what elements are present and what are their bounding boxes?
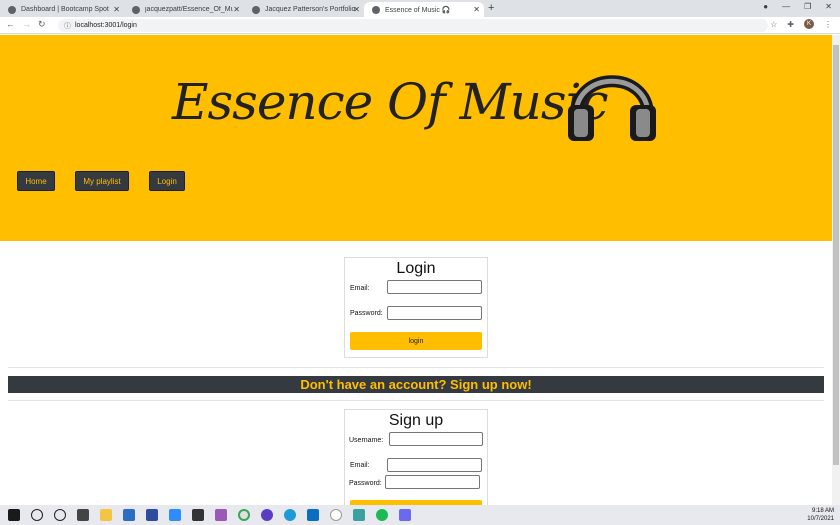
clock-date: 10/7/2021 xyxy=(807,516,834,522)
app-icon[interactable] xyxy=(146,509,158,521)
browser-tab-strip: Dashboard | Bootcamp Spot ✕ jacquezpatt/… xyxy=(0,0,840,17)
app-icon[interactable] xyxy=(261,509,273,521)
cortana-icon[interactable] xyxy=(54,509,66,521)
url-field[interactable]: ⓘ localhost:3001/login xyxy=(58,19,768,32)
signup-email-input[interactable] xyxy=(387,458,482,472)
tab-title: jacquezpatt/Essence_Of_Music: E xyxy=(145,6,233,13)
system-clock[interactable]: 9:18 AM 10/7/2021 xyxy=(807,507,834,523)
login-heading: Login xyxy=(396,260,436,277)
edge-icon[interactable] xyxy=(284,509,296,521)
bookmark-star-icon[interactable]: ☆ xyxy=(770,20,777,29)
menu-kebab-icon[interactable]: ⋮ xyxy=(824,20,832,29)
close-icon[interactable]: ✕ xyxy=(233,5,240,14)
url-text: localhost:3001/login xyxy=(75,22,137,29)
clock-time: 9:18 AM xyxy=(811,508,834,514)
browser-tab[interactable]: Dashboard | Bootcamp Spot ✕ xyxy=(0,2,124,17)
page-scrollbar[interactable] xyxy=(832,35,840,505)
login-card: Login Email: Password: login xyxy=(344,257,488,358)
tab-title: Jacquez Patterson's Portfolio xyxy=(265,6,356,13)
windows-start-icon[interactable] xyxy=(8,509,20,521)
email-label: Email: xyxy=(350,285,370,292)
signup-username-input[interactable] xyxy=(389,432,483,446)
extensions-icon[interactable]: ✚ xyxy=(787,20,794,29)
profile-avatar[interactable]: K xyxy=(804,19,814,29)
signup-password-input[interactable] xyxy=(385,475,480,489)
page-viewport: Essence Of Music Home My playlist Login … xyxy=(0,35,832,505)
close-icon[interactable]: ✕ xyxy=(113,5,120,14)
password-label: Password: xyxy=(350,310,383,317)
globe-icon xyxy=(372,5,380,14)
os-taskbar: 9:18 AM 10/7/2021 xyxy=(0,505,840,525)
hero-header: Essence Of Music Home My playlist Login xyxy=(0,35,832,241)
mail-icon[interactable] xyxy=(123,509,135,521)
zoom-icon[interactable] xyxy=(169,509,181,521)
browser-tab-active[interactable]: Essence of Music 🎧 ✕ xyxy=(364,2,484,17)
app-icon[interactable] xyxy=(330,509,342,521)
address-bar-row: ← → ↻ ⓘ localhost:3001/login ☆ ✚ K ⋮ xyxy=(0,17,840,34)
signup-heading: Sign up xyxy=(388,412,444,429)
restore-icon[interactable]: ❐ xyxy=(804,2,811,11)
signup-banner: Don't have an account? Sign up now! xyxy=(8,376,824,393)
forward-icon[interactable]: → xyxy=(22,19,31,29)
app-icon[interactable] xyxy=(215,509,227,521)
vscode-icon[interactable] xyxy=(307,509,319,521)
login-email-input[interactable] xyxy=(387,280,482,294)
spotify-icon[interactable] xyxy=(376,509,388,521)
back-icon[interactable]: ← xyxy=(6,19,15,29)
headphones-icon xyxy=(568,75,656,141)
tab-title: Dashboard | Bootcamp Spot xyxy=(21,6,109,13)
nav-home-button[interactable]: Home xyxy=(17,171,55,191)
close-window-icon[interactable]: ✕ xyxy=(825,2,832,11)
nav-playlist-button[interactable]: My playlist xyxy=(75,171,129,191)
login-password-input[interactable] xyxy=(387,306,482,320)
globe-icon xyxy=(252,5,260,14)
globe-icon xyxy=(8,5,16,14)
reload-icon[interactable]: ↻ xyxy=(38,19,46,30)
tab-search-icon[interactable]: ● xyxy=(763,2,768,11)
signup-card: Sign up Username: Email: Password: xyxy=(344,409,488,505)
app-icon[interactable] xyxy=(353,509,365,521)
browser-tab[interactable]: jacquezpatt/Essence_Of_Music: E ✕ xyxy=(124,2,244,17)
close-icon[interactable]: ✕ xyxy=(473,5,480,14)
site-title: Essence Of Music xyxy=(172,73,609,131)
app-icon[interactable] xyxy=(399,509,411,521)
email-label: Email: xyxy=(350,462,370,469)
window-controls: ● — ❐ ✕ xyxy=(763,2,832,11)
new-tab-button[interactable]: + xyxy=(488,2,494,14)
tab-title: Essence of Music 🎧 xyxy=(385,6,451,14)
browser-tab[interactable]: Jacquez Patterson's Portfolio ✕ xyxy=(244,2,364,17)
nav-login-button[interactable]: Login xyxy=(149,171,185,191)
password-label: Password: xyxy=(349,480,382,487)
file-explorer-icon[interactable] xyxy=(100,509,112,521)
toolbar-right: ☆ ✚ K ⋮ xyxy=(770,19,832,29)
search-icon[interactable] xyxy=(31,509,43,521)
info-icon[interactable]: ⓘ xyxy=(64,21,71,31)
minimize-icon[interactable]: — xyxy=(782,2,790,11)
github-icon xyxy=(132,5,140,14)
divider xyxy=(8,367,824,368)
username-label: Username: xyxy=(349,437,384,444)
task-view-icon[interactable] xyxy=(77,509,89,521)
app-icon[interactable] xyxy=(192,509,204,521)
divider xyxy=(8,400,824,401)
close-icon[interactable]: ✕ xyxy=(353,5,360,14)
login-submit-button[interactable]: login xyxy=(350,332,482,350)
scrollbar-thumb[interactable] xyxy=(833,45,839,465)
chrome-icon[interactable] xyxy=(238,509,250,521)
